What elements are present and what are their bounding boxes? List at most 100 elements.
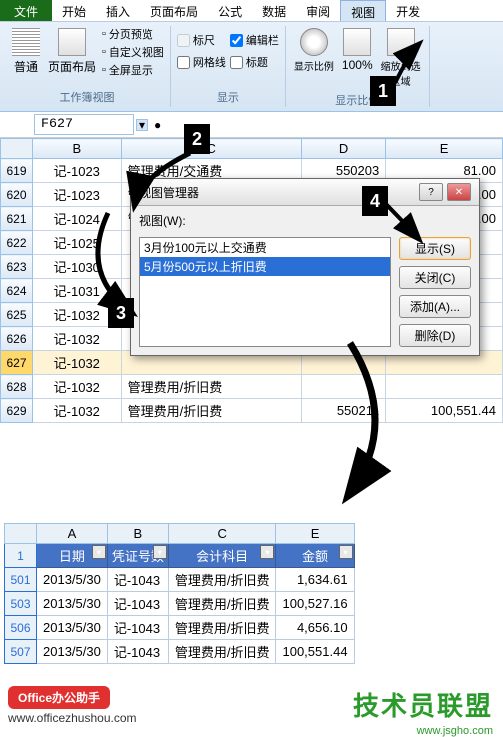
page-layout-label: 页面布局	[48, 58, 96, 75]
tab-formulas[interactable]: 公式	[208, 0, 252, 21]
cell[interactable]: 记-1032	[33, 327, 122, 351]
cell[interactable]: 100,551.44	[276, 640, 354, 664]
name-box-dropdown[interactable]: ▾	[136, 119, 148, 131]
list-item[interactable]: 3月份100元以上交通费	[140, 238, 390, 257]
close-button[interactable]: 关闭(C)	[399, 266, 471, 289]
cell[interactable]: 管理费用/折旧费	[168, 640, 276, 664]
row-header[interactable]: 629	[1, 399, 33, 423]
hdr-amount[interactable]: 金额▾	[276, 544, 354, 568]
row-header[interactable]: 624	[1, 279, 33, 303]
cell[interactable]: 记-1030	[33, 255, 122, 279]
cell[interactable]: 记-1043	[107, 592, 168, 616]
col-e2[interactable]: E	[276, 524, 354, 544]
row-header[interactable]: 621	[1, 207, 33, 231]
row-header[interactable]: 620	[1, 183, 33, 207]
col-d[interactable]: D	[301, 139, 385, 159]
cell[interactable]: 记-1023	[33, 159, 122, 183]
tab-file[interactable]: 文件	[0, 0, 52, 21]
row-header[interactable]: 619	[1, 159, 33, 183]
tab-pagelayout[interactable]: 页面布局	[140, 0, 208, 21]
cell[interactable]: 1,634.61	[276, 568, 354, 592]
filter-icon[interactable]: ▾	[339, 545, 353, 559]
cell[interactable]: 记-1043	[107, 616, 168, 640]
cell[interactable]: 记-1043	[107, 568, 168, 592]
col-c[interactable]: C	[121, 139, 301, 159]
page-layout-button[interactable]: 页面布局	[46, 26, 98, 77]
show-button[interactable]: 显示(S)	[399, 237, 471, 260]
cell[interactable]: 记-1024	[33, 207, 122, 231]
col-b2[interactable]: B	[107, 524, 168, 544]
cell[interactable]: 2013/5/30	[37, 568, 108, 592]
row-header[interactable]: 501	[5, 568, 37, 592]
row-header[interactable]: 503	[5, 592, 37, 616]
row-header[interactable]: 623	[1, 255, 33, 279]
cell[interactable]: 管理费用/折旧费	[121, 375, 301, 399]
cell[interactable]: 100,551.44	[386, 399, 503, 423]
row-header[interactable]: 626	[1, 327, 33, 351]
list-item[interactable]: 5月份500元以上折旧费	[140, 257, 390, 276]
page-break-button[interactable]: ▫分页预览	[102, 26, 164, 42]
dialog-close-button[interactable]: ✕	[447, 183, 471, 201]
cell[interactable]: 记-1032	[33, 351, 122, 375]
select-all[interactable]	[1, 139, 33, 159]
tab-review[interactable]: 审阅	[296, 0, 340, 21]
col-b[interactable]: B	[33, 139, 122, 159]
col-c2[interactable]: C	[168, 524, 276, 544]
formulabar-checkbox[interactable]: 编辑栏	[230, 32, 279, 48]
cell[interactable]: 2013/5/30	[37, 616, 108, 640]
custom-view-button[interactable]: ▫自定义视图	[102, 44, 164, 60]
gridlines-checkbox[interactable]: 网格线	[177, 54, 226, 70]
row-header[interactable]: 1	[5, 544, 37, 568]
add-button[interactable]: 添加(A)...	[399, 295, 471, 318]
filter-icon[interactable]: ▾	[260, 545, 274, 559]
cell[interactable]: 记-1043	[107, 640, 168, 664]
headings-checkbox[interactable]: 标题	[230, 54, 279, 70]
cell[interactable]: 100,527.16	[276, 592, 354, 616]
zoom-button[interactable]: 显示比例	[292, 26, 336, 75]
row-header[interactable]: 628	[1, 375, 33, 399]
filter-icon[interactable]: ▾	[153, 545, 167, 559]
col-a2[interactable]: A	[37, 524, 108, 544]
ruler-checkbox[interactable]: 标尺	[177, 32, 226, 48]
zoom-100-button[interactable]: 100%	[340, 26, 375, 74]
dialog-titlebar[interactable]: 视图管理器 ? ✕	[131, 179, 479, 206]
row-header[interactable]: 622	[1, 231, 33, 255]
filtered-grid[interactable]: A B C E 1 日期▾ 凭证号数▾ 会计科目▾ 金额▾ 501 2013/5…	[4, 523, 355, 664]
cell[interactable]: 管理费用/折旧费	[121, 399, 301, 423]
row-header[interactable]: 627	[1, 351, 33, 375]
cell[interactable]: 记-1032	[33, 375, 122, 399]
dialog-help-button[interactable]: ?	[419, 183, 443, 201]
cell[interactable]: 记-1023	[33, 183, 122, 207]
full-screen-button[interactable]: ▫全屏显示	[102, 62, 164, 78]
cell[interactable]: 记-1025	[33, 231, 122, 255]
cell[interactable]: 550211	[301, 399, 385, 423]
cell[interactable]	[301, 375, 385, 399]
cell[interactable]: 管理费用/折旧费	[168, 592, 276, 616]
tab-data[interactable]: 数据	[252, 0, 296, 21]
cell[interactable]: 管理费用/折旧费	[168, 568, 276, 592]
tab-insert[interactable]: 插入	[96, 0, 140, 21]
cell[interactable]	[386, 375, 503, 399]
tab-developer[interactable]: 开发	[386, 0, 430, 21]
filter-icon[interactable]: ▾	[92, 545, 106, 559]
tab-home[interactable]: 开始	[52, 0, 96, 21]
row-header[interactable]: 506	[5, 616, 37, 640]
name-box[interactable]	[34, 114, 134, 135]
cell[interactable]: 管理费用/折旧费	[168, 616, 276, 640]
cell[interactable]: 2013/5/30	[37, 640, 108, 664]
select-all-2[interactable]	[5, 524, 37, 544]
view-listbox[interactable]: 3月份100元以上交通费 5月份500元以上折旧费	[139, 237, 391, 347]
row-header[interactable]: 507	[5, 640, 37, 664]
row-header[interactable]: 625	[1, 303, 33, 327]
normal-view-button[interactable]: 普通	[10, 26, 42, 77]
cell[interactable]: 记-1032	[33, 399, 122, 423]
cell[interactable]: 4,656.10	[276, 616, 354, 640]
hdr-voucher[interactable]: 凭证号数▾	[107, 544, 168, 568]
hdr-subject[interactable]: 会计科目▾	[168, 544, 276, 568]
delete-button[interactable]: 删除(D)	[399, 324, 471, 347]
hdr-date[interactable]: 日期▾	[37, 544, 108, 568]
dialog-list-label: 视图(W):	[131, 206, 479, 229]
tab-view[interactable]: 视图	[340, 0, 386, 21]
cell[interactable]: 2013/5/30	[37, 592, 108, 616]
col-e[interactable]: E	[386, 139, 503, 159]
